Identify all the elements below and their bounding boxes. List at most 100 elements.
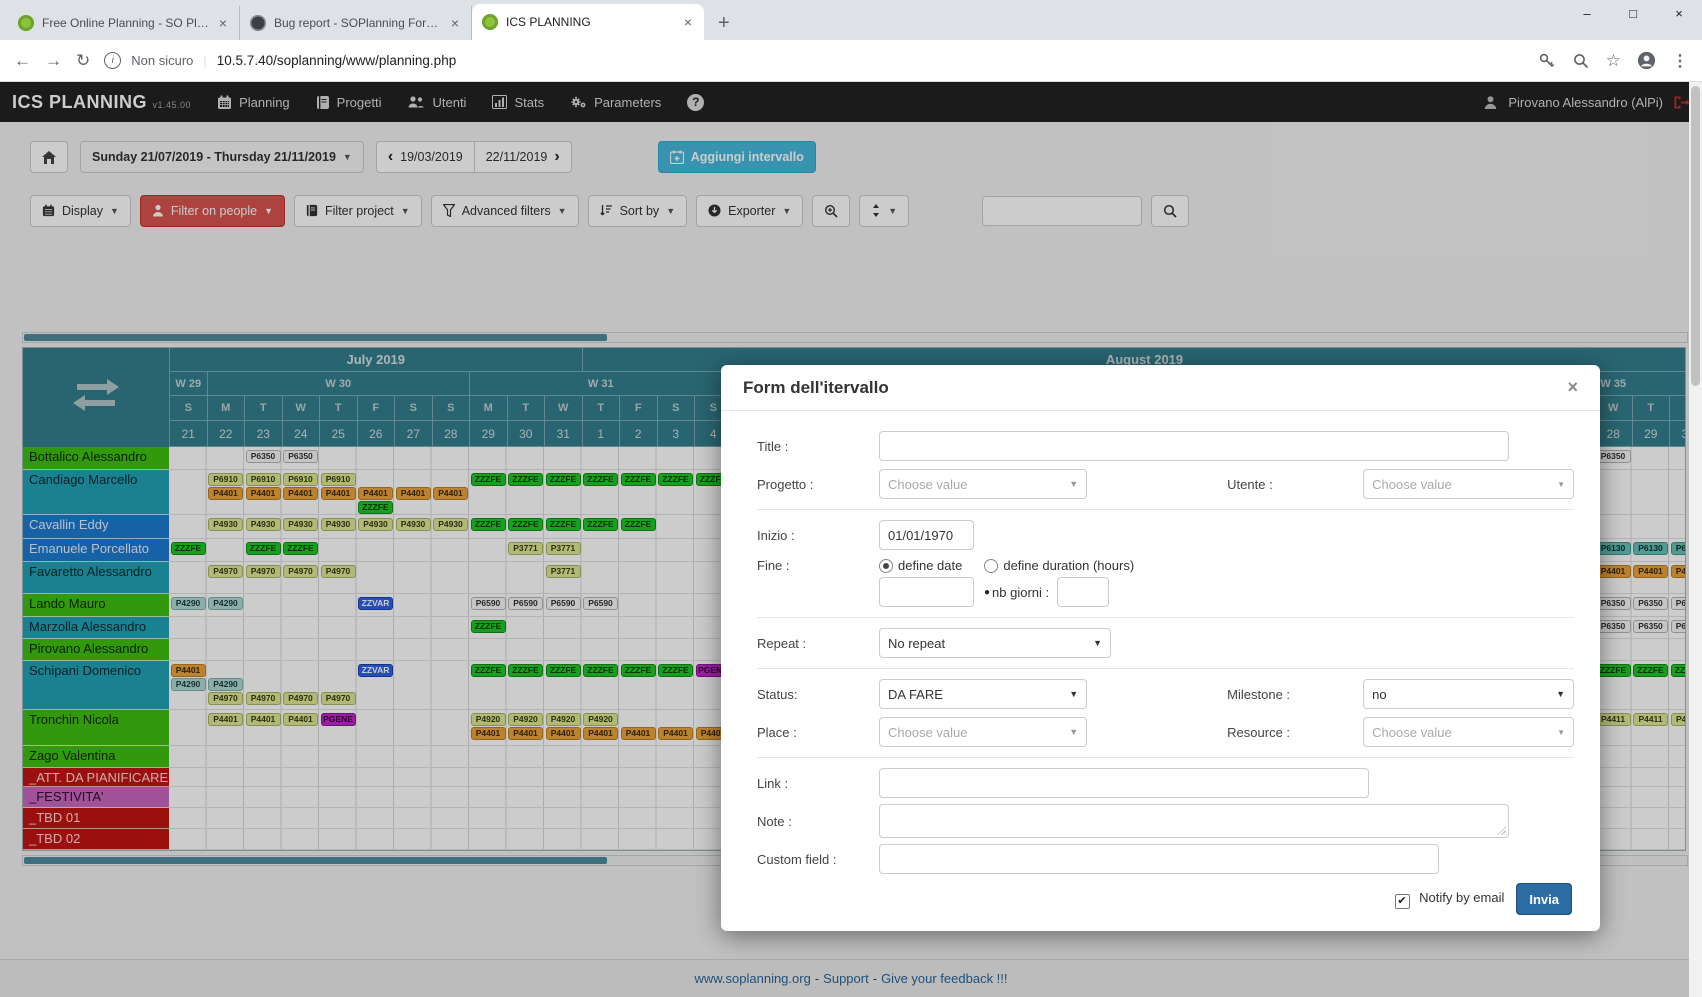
task-label[interactable]: P6130 <box>1671 542 1686 555</box>
support-link[interactable]: Support <box>823 971 869 986</box>
resize-handle-icon[interactable] <box>1497 826 1506 835</box>
tab-soplanning-site[interactable]: Free Online Planning - SO Planning × <box>8 6 240 40</box>
task-label[interactable]: P6910 <box>208 473 243 486</box>
task-label[interactable]: ZZZFE <box>471 664 506 677</box>
task-label[interactable]: P4401 <box>283 487 318 500</box>
task-label[interactable]: P4970 <box>283 692 318 705</box>
task-label[interactable]: P3771 <box>508 542 543 555</box>
task-label[interactable]: P4401 <box>171 664 206 677</box>
task-label[interactable]: ZZZFE <box>171 542 206 555</box>
url-field[interactable]: i Non sicuro | 10.5.7.40/soplanning/www/… <box>104 52 1524 69</box>
task-label[interactable]: P4401 <box>508 727 543 740</box>
task-label[interactable]: P4401 <box>1671 565 1686 578</box>
zoom-button[interactable] <box>812 195 850 227</box>
task-label[interactable]: ZZZFE <box>471 518 506 531</box>
task-label[interactable]: P4411 <box>1671 713 1686 726</box>
task-label[interactable]: P4401 <box>208 487 243 500</box>
place-select[interactable]: Choose value▼ <box>879 717 1087 747</box>
task-label[interactable]: P4930 <box>433 518 468 531</box>
scrollbar-thumb[interactable] <box>1691 86 1700 386</box>
exporter-dropdown[interactable]: Exporter▼ <box>696 195 803 227</box>
window-close-button[interactable]: × <box>1656 0 1702 30</box>
task-label[interactable]: P4401 <box>283 713 318 726</box>
task-label[interactable]: P4930 <box>283 518 318 531</box>
repeat-select[interactable]: No repeat▼ <box>879 628 1111 658</box>
task-label[interactable]: P4401 <box>396 487 431 500</box>
task-label[interactable]: ZZVAR <box>358 664 393 677</box>
nb-giorni-input[interactable] <box>1057 577 1109 607</box>
task-label[interactable]: ZZZFE <box>471 620 506 633</box>
task-label[interactable]: P6130 <box>1633 542 1668 555</box>
task-label[interactable]: P4930 <box>246 518 281 531</box>
task-label[interactable]: P4930 <box>208 518 243 531</box>
task-label[interactable]: ZZZFE <box>283 542 318 555</box>
task-label[interactable]: P4930 <box>396 518 431 531</box>
logout-icon[interactable] <box>1673 95 1690 110</box>
person-row-label[interactable]: Bottalico Alessandro <box>23 447 169 470</box>
tab-ics-planning[interactable]: ICS PLANNING × <box>472 4 704 40</box>
invia-button[interactable]: Invia <box>1516 883 1572 915</box>
soplanning-link[interactable]: www.soplanning.org <box>694 971 810 986</box>
task-label[interactable]: P4401 <box>433 487 468 500</box>
task-label[interactable]: ZZZFE <box>546 664 581 677</box>
task-label[interactable]: P6910 <box>246 473 281 486</box>
task-label[interactable]: P4401 <box>321 487 356 500</box>
nav-item-parameters[interactable]: Parameters <box>570 95 661 110</box>
window-maximize-button[interactable]: □ <box>1610 0 1656 30</box>
back-icon[interactable]: ← <box>14 51 31 71</box>
resource-select[interactable]: Choose value▼ <box>1363 717 1574 747</box>
task-label[interactable]: P4970 <box>246 692 281 705</box>
task-label[interactable]: ZZZFE <box>246 542 281 555</box>
task-label[interactable]: ZZZFE <box>508 664 543 677</box>
task-label[interactable]: P4401 <box>246 713 281 726</box>
prev-period-button[interactable]: ‹ 19/03/2019 <box>376 141 474 173</box>
person-row-label[interactable]: Tronchin Nicola <box>23 710 169 746</box>
task-label[interactable]: P4920 <box>508 713 543 726</box>
task-label[interactable]: ZZZFE <box>1671 664 1686 677</box>
task-label[interactable]: P4401 <box>471 727 506 740</box>
fine-date-input[interactable] <box>879 577 974 607</box>
inizio-input[interactable]: 01/01/1970 <box>879 520 974 550</box>
person-row-label[interactable]: _TBD 01 <box>23 808 169 829</box>
person-row-label[interactable]: Zago Valentina <box>23 746 169 768</box>
filter-people-dropdown[interactable]: Filter on people▼ <box>140 195 285 227</box>
task-label[interactable]: P6350 <box>1596 450 1631 463</box>
task-label[interactable]: ZZZFE <box>658 664 693 677</box>
progetto-select[interactable]: Choose value▼ <box>879 469 1087 499</box>
task-label[interactable]: ZZZFE <box>1633 664 1668 677</box>
person-row-label[interactable]: Candiago Marcello <box>23 470 169 515</box>
close-icon[interactable]: × <box>1567 377 1578 398</box>
task-label[interactable]: P6350 <box>246 450 281 463</box>
person-row-label[interactable]: Schipani Domenico <box>23 661 169 710</box>
task-label[interactable]: ZZZFE <box>546 473 581 486</box>
task-label[interactable]: ZZVAR <box>358 597 393 610</box>
task-label[interactable]: P4970 <box>246 565 281 578</box>
home-button[interactable] <box>30 141 68 173</box>
browser-menu-icon[interactable]: ⋮ <box>1672 51 1688 71</box>
task-label[interactable]: P6590 <box>508 597 543 610</box>
task-label[interactable]: P6590 <box>583 597 618 610</box>
notify-by-email-option[interactable]: ✔ Notify by email <box>1395 890 1505 909</box>
tab-forum[interactable]: Bug report - SOPlanning Forum × <box>240 6 472 40</box>
title-input[interactable] <box>879 431 1509 461</box>
task-label[interactable]: ZZZFE <box>621 473 656 486</box>
task-label[interactable]: P4401 <box>1596 565 1631 578</box>
task-label[interactable]: ZZZFE <box>583 664 618 677</box>
nav-item-stats[interactable]: Stats <box>492 95 544 110</box>
task-label[interactable]: P6590 <box>471 597 506 610</box>
custom-field-input[interactable] <box>879 844 1439 874</box>
task-label[interactable]: P6130 <box>1596 542 1631 555</box>
person-row-label[interactable]: Cavallin Eddy <box>23 515 169 539</box>
task-label[interactable]: P4930 <box>358 518 393 531</box>
tab-close-icon[interactable]: × <box>682 14 694 30</box>
task-label[interactable]: P4290 <box>208 597 243 610</box>
task-label[interactable]: P4411 <box>1633 713 1668 726</box>
tab-close-icon[interactable]: × <box>449 15 461 31</box>
new-tab-button[interactable]: + <box>704 6 744 40</box>
task-label[interactable]: P3771 <box>546 565 581 578</box>
milestone-select[interactable]: no▼ <box>1363 679 1574 709</box>
date-range-dropdown[interactable]: Sunday 21/07/2019 - Thursday 21/11/2019 … <box>80 141 364 173</box>
task-label[interactable]: P4920 <box>546 713 581 726</box>
task-label[interactable]: ZZZFE <box>508 518 543 531</box>
task-label[interactable]: P4401 <box>208 713 243 726</box>
